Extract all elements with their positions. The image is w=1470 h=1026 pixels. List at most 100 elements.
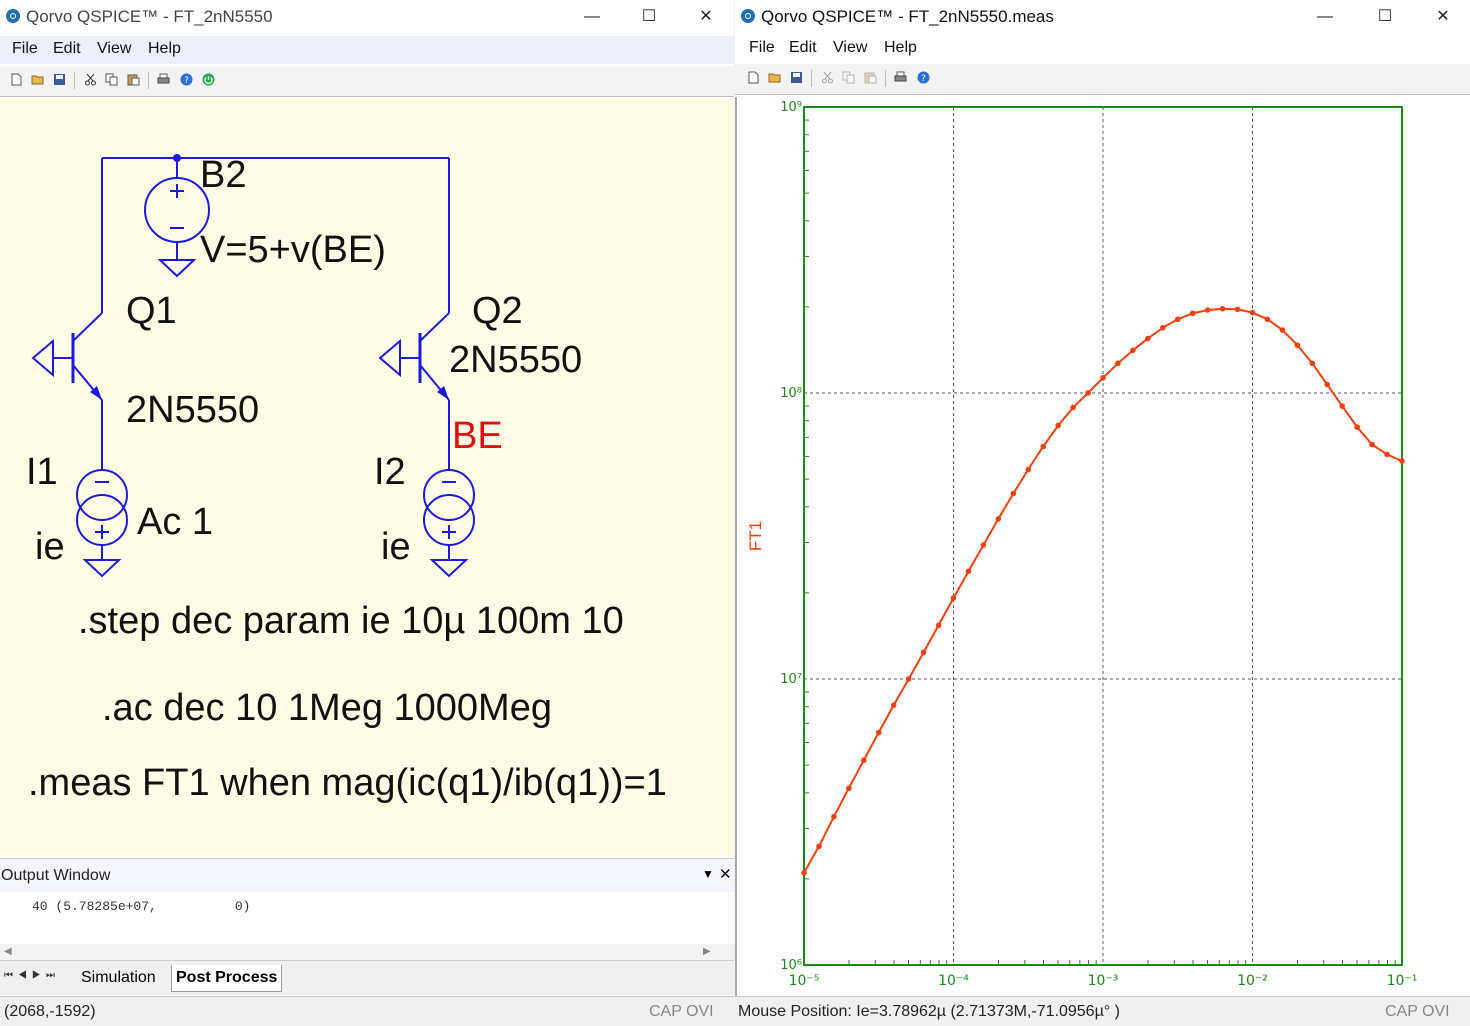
menu-view[interactable]: View <box>97 40 131 58</box>
data-point <box>801 870 807 876</box>
new-file-icon[interactable] <box>10 73 23 86</box>
i2-param[interactable]: ie <box>381 526 411 568</box>
meas-directive[interactable]: .meas FT1 when mag(ic(q1)/ib(q1))=1 <box>28 762 667 804</box>
help-icon[interactable]: ? <box>180 73 193 86</box>
i1-param[interactable]: ie <box>35 526 65 568</box>
close-button[interactable]: ✕ <box>686 4 726 30</box>
x-tick-label: 10⁻⁴ <box>938 973 969 989</box>
window-title: Qorvo QSPICE™ - FT_2nN5550.meas <box>761 7 1054 26</box>
copy-icon[interactable] <box>842 71 855 84</box>
close-output-icon[interactable]: ✕ <box>719 865 732 883</box>
svg-text:?: ? <box>184 76 189 86</box>
i1-ac[interactable]: Ac 1 <box>137 501 213 543</box>
tab-navigation-icon[interactable]: ⏮◀▶⏭ <box>4 970 60 981</box>
menu-help[interactable]: Help <box>148 40 181 58</box>
caps-indicator: CAP OVI <box>1385 1003 1450 1020</box>
data-point <box>1324 381 1331 388</box>
data-point <box>846 785 852 792</box>
open-folder-icon[interactable] <box>31 73 44 86</box>
open-folder-icon[interactable] <box>768 71 781 84</box>
minimize-button[interactable]: — <box>1305 4 1345 30</box>
scroll-right-icon[interactable]: ▶ <box>703 946 711 957</box>
data-point <box>1145 335 1151 342</box>
data-point <box>965 568 972 575</box>
plot-area[interactable]: 10⁻⁵ 10⁻⁴ 10⁻³ 10⁻² 10⁻¹ 10⁶ 10⁷ 10⁸ 10⁹ FT1 <box>735 97 1470 996</box>
net-label-be[interactable]: BE <box>452 415 503 457</box>
tab-simulation[interactable]: Simulation <box>77 965 160 991</box>
data-point <box>1189 310 1196 317</box>
data-point <box>1234 306 1241 313</box>
menu-help[interactable]: Help <box>884 39 917 57</box>
minimize-button[interactable]: — <box>572 4 612 30</box>
save-icon[interactable] <box>53 73 66 86</box>
q1-model[interactable]: 2N5550 <box>126 389 259 431</box>
i1-name[interactable]: I1 <box>26 451 58 493</box>
data-point <box>875 729 882 736</box>
data-point <box>890 702 897 708</box>
menu-edit[interactable]: Edit <box>53 40 81 58</box>
q1-base-arrow <box>31 338 54 378</box>
schematic-window: Qorvo QSPICE™ - FT_2nN5550 — ☐ ✕ File Ed… <box>0 0 734 1026</box>
data-point <box>1040 443 1046 450</box>
step-directive[interactable]: .step dec param ie 10µ 100m 10 <box>78 600 624 642</box>
data-point <box>1010 490 1017 497</box>
data-point <box>1174 316 1181 323</box>
q2-name[interactable]: Q2 <box>472 290 523 332</box>
q2-base-arrow <box>378 338 401 378</box>
maximize-button[interactable]: ☐ <box>1365 4 1405 30</box>
ac-directive[interactable]: .ac dec 10 1Meg 1000Meg <box>102 687 552 729</box>
tab-post-process[interactable]: Post Process <box>171 965 283 992</box>
save-icon[interactable] <box>790 71 803 84</box>
close-button[interactable]: ✕ <box>1423 4 1463 30</box>
cursor-coordinates: (2068,-1592) <box>4 1003 96 1020</box>
data-point <box>1219 305 1226 312</box>
run-simulation-icon[interactable] <box>202 73 215 86</box>
dropdown-icon[interactable]: ▼ <box>702 867 714 881</box>
svg-text:?: ? <box>921 74 926 84</box>
q1-name[interactable]: Q1 <box>126 290 177 332</box>
status-bar: Mouse Position: Ie=3.78962µ (2.71373M,-7… <box>735 996 1470 1026</box>
caps-indicator: CAP OVI <box>649 1003 714 1020</box>
schematic-canvas[interactable]: B2 V=5+v(BE) Q1 2N5550 Q2 2N5550 BE I1 i… <box>0 98 734 856</box>
paste-icon[interactable] <box>864 71 877 84</box>
x-tick-label: 10⁻³ <box>1088 973 1119 989</box>
maximize-button[interactable]: ☐ <box>629 4 669 30</box>
menu-file[interactable]: File <box>12 40 38 58</box>
cut-icon[interactable] <box>821 71 834 84</box>
data-point <box>980 542 987 548</box>
b2-name[interactable]: B2 <box>200 154 246 196</box>
x-tick-label: 10⁻¹ <box>1387 973 1418 989</box>
mouse-position-readout: Mouse Position: Ie=3.78962µ (2.71373M,-7… <box>738 1003 1120 1020</box>
copy-icon[interactable] <box>105 73 118 86</box>
data-point <box>1309 360 1316 367</box>
menu-view[interactable]: View <box>833 39 867 57</box>
cut-icon[interactable] <box>84 73 97 86</box>
output-window-body[interactable]: 40 (5.78285e+07, 0) <box>0 892 734 942</box>
print-icon[interactable] <box>894 71 907 84</box>
menu-bar: File Edit View Help <box>735 36 1470 64</box>
new-file-icon[interactable] <box>747 71 760 84</box>
help-icon[interactable]: ? <box>917 71 930 84</box>
data-point <box>1025 466 1032 473</box>
data-point <box>935 622 942 629</box>
data-point <box>1384 451 1390 458</box>
ft1-chart: 10⁻⁵ 10⁻⁴ 10⁻³ 10⁻² 10⁻¹ 10⁶ 10⁷ 10⁸ 10⁹ FT1 <box>746 100 1418 989</box>
horizontal-scrollbar[interactable]: ◀ ▶ <box>0 944 734 960</box>
q2-model[interactable]: 2N5550 <box>449 339 582 381</box>
toolbar: ? <box>735 64 1470 95</box>
scroll-left-icon[interactable]: ◀ <box>4 946 12 957</box>
menu-edit[interactable]: Edit <box>789 39 817 57</box>
paste-icon[interactable] <box>127 73 140 86</box>
data-point <box>861 757 867 764</box>
measurement-window: Qorvo QSPICE™ - FT_2nN5550.meas — ☐ ✕ Fi… <box>735 0 1470 1026</box>
qspice-app-icon <box>6 9 20 23</box>
menu-file[interactable]: File <box>749 39 775 57</box>
i2-name[interactable]: I2 <box>374 451 406 493</box>
data-point <box>816 843 822 850</box>
print-icon[interactable] <box>157 73 170 86</box>
y-tick-label: 10⁷ <box>780 672 802 687</box>
toolbar: ? <box>0 66 734 97</box>
data-point <box>1279 327 1286 333</box>
data-point <box>1055 422 1061 429</box>
b2-value[interactable]: V=5+v(BE) <box>200 229 386 271</box>
